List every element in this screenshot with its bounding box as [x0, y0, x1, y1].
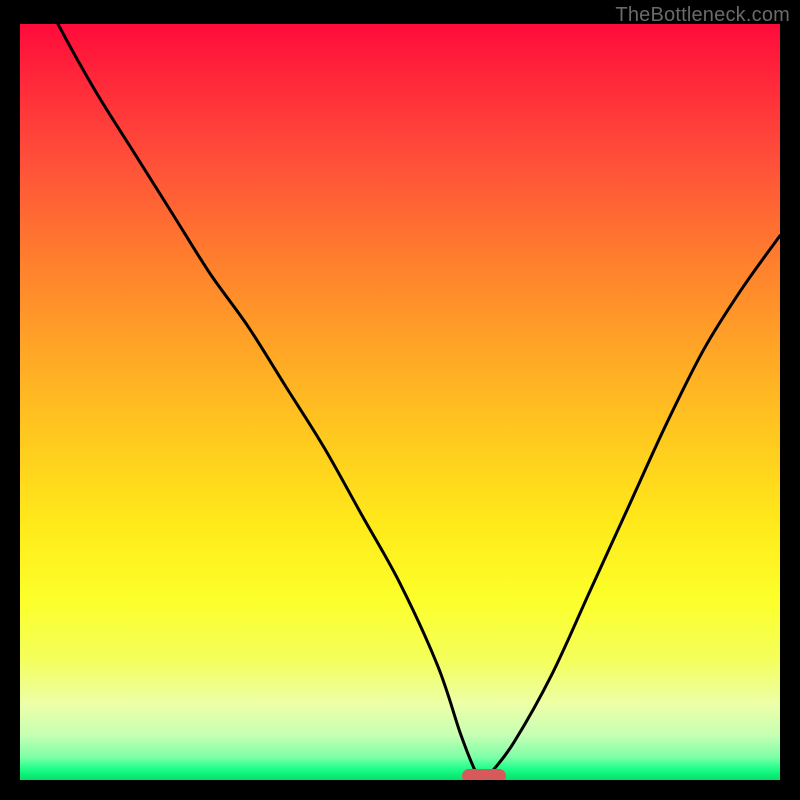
watermark-text: TheBottleneck.com [615, 4, 790, 27]
plot-area [20, 24, 780, 780]
optimal-point-marker [462, 769, 506, 780]
bottleneck-curve [20, 24, 780, 780]
chart-frame: TheBottleneck.com [0, 0, 800, 800]
